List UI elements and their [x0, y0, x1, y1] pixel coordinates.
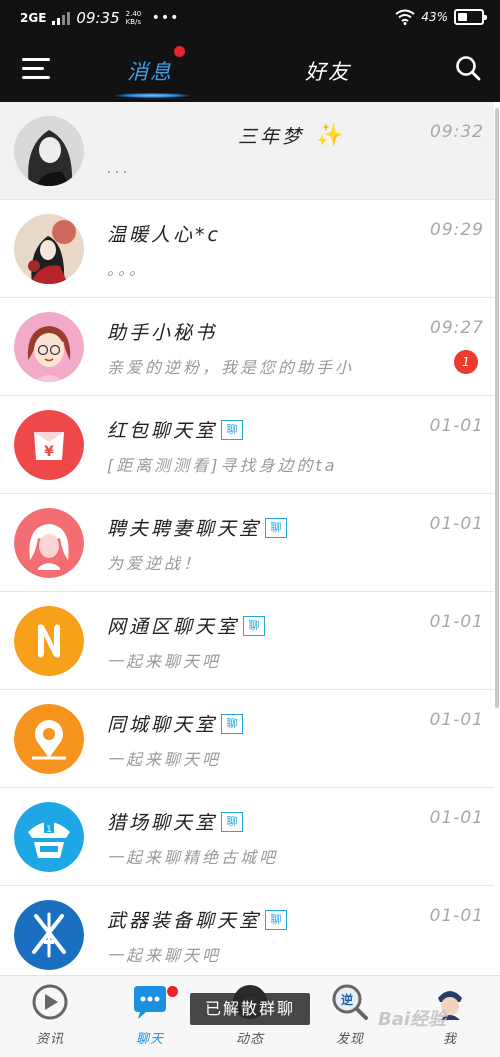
battery-percent: 43% [421, 10, 448, 24]
contact-name: 温暖人心*c [107, 224, 221, 246]
conversation-row[interactable]: 1 猎场聊天室 聊 一起来聊精绝古城吧 01-01 [0, 788, 494, 886]
chat-bubble-icon [134, 986, 166, 1019]
news-play-icon [32, 984, 68, 1020]
message-preview: [距离测测看]寻找身边的ta [107, 456, 338, 475]
contact-name: 同城聊天室 聊 [107, 710, 244, 737]
top-header: 消息 好友 [0, 38, 500, 102]
conversation-row[interactable]: 武器装备聊天室 聊 一起来聊天吧 01-01 [0, 886, 494, 975]
message-time: 01-01 [429, 514, 484, 534]
contact-name: 网通区聊天室 聊 [107, 612, 266, 639]
contact-name: 聘夫聘妻聊天室 聊 [107, 514, 288, 541]
discover-search-icon: 逆 [332, 984, 368, 1020]
contact-name: 红包聊天室 聊 [107, 416, 244, 443]
active-tab-indicator [115, 93, 190, 98]
message-preview: 亲爱的逆粉，我是您的助手小 [107, 358, 355, 377]
avatar[interactable] [14, 312, 84, 382]
scrollbar[interactable] [495, 108, 499, 708]
chatroom-badge: 聊 [243, 615, 266, 636]
signal-icon [52, 12, 71, 25]
avatar[interactable]: 1 [14, 802, 84, 872]
watermark: Bai经验 [378, 1009, 447, 1030]
avatar[interactable] [14, 508, 84, 578]
avatar[interactable] [14, 606, 84, 676]
message-preview: 一起来聊天吧 [107, 652, 222, 671]
nav-label: 聊天 [135, 1032, 164, 1047]
nav-label: 资讯 [35, 1032, 64, 1047]
status-bar: 2GE 09:35 2.40 KB/s ••• 43% [0, 0, 500, 38]
message-time: 01-01 [429, 416, 484, 436]
network-indicator: 2GE [20, 11, 47, 25]
conversation-row[interactable]: 同城聊天室 聊 一起来聊天吧 01-01 [0, 690, 494, 788]
conversation-row[interactable]: ¥ 红包聊天室 聊 [距离测测看]寻找身边的ta 01-01 [0, 396, 494, 494]
nav-chat[interactable]: 聊天 [100, 976, 200, 1057]
message-time: 09:27 [430, 318, 484, 338]
message-time: 01-01 [429, 710, 484, 730]
message-preview: 一起来聊天吧 [107, 750, 222, 769]
contact-name: 三年梦 ✨ [238, 123, 347, 148]
message-preview: 一起来聊天吧 [107, 946, 222, 965]
svg-text:逆: 逆 [341, 992, 353, 1007]
chatroom-badge: 聊 [221, 811, 244, 832]
tab-messages[interactable]: 消息 [127, 56, 173, 86]
chatroom-badge: 聊 [221, 713, 244, 734]
net-speed: 2.40 KB/s [125, 10, 142, 26]
avatar[interactable] [14, 214, 84, 284]
chatroom-badge: 聊 [265, 909, 288, 930]
avatar[interactable] [14, 900, 84, 970]
conversation-list[interactable]: 三年梦 ✨ ... 09:32 温暖人心*c 。。。 09:29 助手小秘书 亲… [0, 102, 500, 975]
chat-notification-dot [167, 986, 178, 997]
message-preview: ... [107, 158, 132, 177]
messages-notification-dot [174, 46, 185, 57]
unread-badge: 1 [454, 350, 478, 374]
avatar[interactable]: ¥ [14, 410, 84, 480]
contact-name: 助手小秘书 [107, 322, 218, 344]
message-time: 01-01 [429, 808, 484, 828]
contact-name: 猎场聊天室 聊 [107, 808, 244, 835]
avatar[interactable] [14, 116, 84, 186]
avatar[interactable] [14, 704, 84, 774]
search-icon[interactable] [455, 55, 481, 81]
toast-message: 已解散群聊 [190, 993, 310, 1025]
battery-icon [454, 9, 487, 25]
sparkle-icon: ✨ [316, 123, 347, 148]
more-dots-icon: ••• [151, 10, 180, 26]
message-preview: 为爱逆战！ [107, 554, 203, 573]
message-preview: 。。。 [107, 260, 149, 279]
conversation-row[interactable]: 网通区聊天室 聊 一起来聊天吧 01-01 [0, 592, 494, 690]
nav-label: 动态 [235, 1032, 264, 1047]
wifi-icon [395, 9, 415, 25]
menu-icon[interactable] [22, 56, 50, 82]
message-preview: 一起来聊精绝古城吧 [107, 848, 279, 867]
nav-news[interactable]: 资讯 [0, 976, 100, 1057]
chatroom-badge: 聊 [265, 517, 288, 538]
message-time: 09:29 [430, 220, 484, 240]
conversation-row[interactable]: 温暖人心*c 。。。 09:29 [0, 200, 494, 298]
tab-friends[interactable]: 好友 [305, 56, 351, 86]
message-time: 09:32 [430, 122, 484, 142]
conversation-row[interactable]: 聘夫聘妻聊天室 聊 为爱逆战！ 01-01 [0, 494, 494, 592]
svg-text:1: 1 [46, 825, 52, 835]
conversation-row[interactable]: 助手小秘书 亲爱的逆粉，我是您的助手小 09:27 1 [0, 298, 494, 396]
conversation-row[interactable]: 三年梦 ✨ ... 09:32 [0, 102, 494, 200]
chatroom-badge: 聊 [221, 419, 244, 440]
svg-text:¥: ¥ [44, 444, 54, 460]
clock: 09:35 [76, 9, 120, 27]
message-time: 01-01 [429, 612, 484, 632]
message-time: 01-01 [429, 906, 484, 926]
contact-name: 武器装备聊天室 聊 [107, 906, 288, 933]
